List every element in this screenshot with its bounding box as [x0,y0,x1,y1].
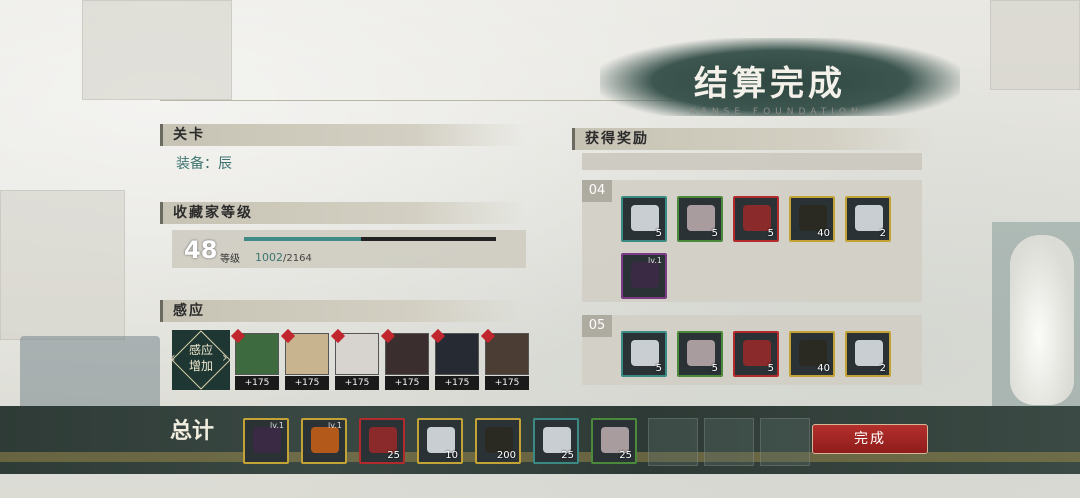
item-count: 5 [655,363,662,374]
background-paper-1 [82,0,232,100]
item-count: 5 [767,363,774,374]
done-button[interactable]: 完成 [812,424,928,454]
item-count: 5 [767,228,774,239]
reward-item[interactable]: 25 [359,418,405,464]
character-bonus: +175 [435,376,479,390]
item-count: 5 [711,228,718,239]
exp-progress-bar [244,237,496,241]
reward-item[interactable]: 10 [417,418,463,464]
reward-box-label: 04 [582,180,612,202]
page-title: 结算完成 [694,64,846,104]
item-count: 40 [817,228,830,239]
item-count: 2 [879,228,886,239]
exp-readout: 1002/2164 [255,251,312,264]
character-card[interactable]: +175 [380,328,429,390]
item-level: lv.1 [328,421,342,430]
collector-level-header: 收藏家等级 [160,202,525,224]
reward-item[interactable]: 5 [621,196,667,242]
reward-item[interactable]: 2 [845,331,891,377]
background-left-panel [20,336,160,416]
item-count: 200 [496,450,516,461]
empty-slot [648,418,698,466]
reward-box-label: 05 [582,315,612,337]
character-bonus: +175 [235,376,279,390]
gem-item-icon [253,427,281,453]
exp-current: 1002 [255,251,283,264]
character-card[interactable]: +175 [430,328,479,390]
item-count: 40 [817,363,830,374]
induction-header: 感应 [160,300,525,322]
reward-item[interactable]: 40 [789,331,835,377]
reward-item[interactable]: lv.1 [301,418,347,464]
item-level: lv.1 [270,421,284,430]
item-count: 5 [655,228,662,239]
item-count: 25 [561,450,574,461]
reward-strip-previous[interactable] [582,153,922,170]
character-bonus: +175 [335,376,379,390]
background-vase [1010,235,1074,405]
page-subtitle: KANSE FOUNDATION [690,107,863,117]
item-count: 10 [445,450,458,461]
collector-level-label: 等级 [220,254,240,265]
reward-item[interactable]: 25 [533,418,579,464]
empty-slot [760,418,810,466]
induction-increase-label: 感应增加 [188,343,213,373]
background-paper-2 [0,190,125,340]
reward-item[interactable]: lv.1 [621,253,667,299]
blade-item-icon [311,427,339,453]
character-card[interactable]: +175 [230,328,279,390]
reward-item[interactable]: 5 [621,331,667,377]
reward-item[interactable]: lv.1 [243,418,289,464]
item-count: 25 [619,450,632,461]
reward-item[interactable]: 5 [677,331,723,377]
reward-item[interactable]: 25 [591,418,637,464]
exp-progress-fill [244,237,361,241]
reward-item[interactable]: 40 [789,196,835,242]
item-count: 25 [387,450,400,461]
reward-item[interactable]: 2 [845,196,891,242]
character-card[interactable]: +175 [480,328,529,390]
character-card[interactable]: +175 [330,328,379,390]
background-paper-3 [990,0,1080,90]
exp-total: /2164 [283,253,312,264]
empty-slot [704,418,754,466]
reward-item[interactable]: 5 [677,196,723,242]
reward-item[interactable]: 200 [475,418,521,464]
item-count: 2 [879,363,886,374]
character-bonus: +175 [485,376,529,390]
reward-item[interactable]: 5 [733,196,779,242]
chevron-right-icon[interactable]: › [222,350,228,366]
character-bonus: +175 [285,376,329,390]
chevron-left-icon[interactable]: ‹ [170,350,176,366]
stage-header: 关卡 [160,124,525,146]
character-bonus: +175 [385,376,429,390]
gem-item-icon [631,262,659,288]
item-level: lv.1 [648,256,662,265]
total-label: 总计 [170,418,215,444]
equip-text: 装备：辰 [176,156,232,172]
reward-item[interactable]: 5 [733,331,779,377]
rewards-header: 获得奖励 [572,128,937,150]
character-card[interactable]: +175 [280,328,329,390]
item-count: 5 [711,363,718,374]
collector-level-value: 48 [184,236,218,264]
